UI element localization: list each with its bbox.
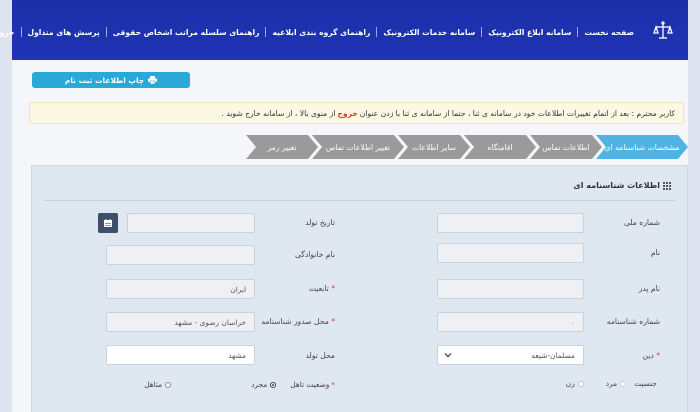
first-name-field[interactable] (437, 243, 584, 263)
national-id-label: شماره ملی (623, 218, 660, 227)
panel-title: اطلاعات شناسنامه ای (573, 181, 671, 190)
id-number-label: شماره شناسنامه (606, 317, 660, 326)
left-margin (0, 0, 12, 412)
required-mark: * (331, 380, 335, 389)
id-number-field[interactable]: ۰ (437, 312, 584, 332)
nav-divider (20, 27, 22, 37)
tab-label: تغییر رمز (267, 142, 297, 152)
issue-place-label-text: محل صدور شناسنامه (261, 317, 329, 326)
logout-notice: کاربر محترم : بعد از اتمام تغییرات اطلاع… (29, 102, 684, 124)
tab-contact-info[interactable]: اطلاعات تماس (530, 135, 602, 159)
required-mark: * (331, 284, 335, 293)
religion-label: * دین (643, 351, 661, 360)
religion-label-text: دین (642, 351, 654, 360)
nav-faq[interactable]: پرسش های متداول (22, 28, 106, 37)
notice-text-start: کاربر محترم : بعد از اتمام تغییرات اطلاع… (359, 108, 675, 118)
chevron-down-icon (444, 353, 452, 358)
profile-tabs: مشخصات شناسنامه ای اطلاعات تماس اقامتگاه… (31, 135, 688, 159)
marital-single-radio[interactable] (270, 381, 277, 388)
notice-text-end: از منوی بالا ، از سامانه خارج شوید . (221, 108, 336, 118)
nav-divider (105, 27, 107, 37)
birth-place-label: محل تولد (305, 351, 335, 360)
marital-label: وضعیت تاهل (290, 380, 330, 389)
marital-married-label: متاهل (144, 380, 163, 389)
tab-change-password[interactable]: تغییر رمز (246, 135, 318, 159)
gender-female-radio[interactable] (577, 380, 584, 387)
judiciary-scales-logo-icon (653, 21, 673, 39)
nav-e-services-system[interactable]: سامانه خدمات الکترونیک (377, 28, 481, 37)
tab-label: مشخصات شناسنامه ای (604, 142, 680, 152)
calendar-button[interactable] (98, 213, 118, 233)
birth-place-field[interactable]: مشهد (106, 345, 255, 365)
nav-notice-grouping-guide[interactable]: راهنمای گروه بندی ابلاغیه (266, 28, 376, 37)
required-mark: * (656, 351, 660, 360)
marital-single-label: مجرد (251, 380, 268, 389)
grid-icon (663, 181, 671, 190)
nav-divider (376, 27, 378, 37)
tab-other-info[interactable]: سایر اطلاعات (398, 135, 470, 159)
gender-group: جنسیت مرد زن (566, 379, 657, 388)
tab-label: اقامتگاه (487, 142, 513, 152)
birth-date-field[interactable] (127, 213, 255, 233)
page: صفحه نخست سامانه ابلاغ الکترونیک سامانه … (0, 0, 688, 412)
marital-married-radio[interactable] (165, 381, 172, 388)
first-name-label: نام (650, 248, 660, 257)
gender-female-label: زن (565, 379, 575, 388)
calendar-icon (104, 219, 112, 227)
main-nav: صفحه نخست سامانه ابلاغ الکترونیک سامانه … (0, 27, 640, 37)
gender-male-radio[interactable] (620, 380, 627, 387)
tab-label: تغییر اطلاعات تماس (325, 142, 391, 152)
printer-icon (148, 76, 158, 84)
nav-logout[interactable]: خروج (0, 28, 21, 37)
nationality-label: * تابعیت (309, 284, 335, 293)
panel-title-text: اطلاعات شناسنامه ای (573, 181, 660, 190)
nationality-field[interactable]: ایران (106, 279, 255, 299)
father-name-field[interactable] (437, 279, 584, 299)
tab-label: سایر اطلاعات (411, 142, 457, 152)
nav-divider (577, 27, 579, 37)
father-name-label: نام پدر (638, 284, 660, 293)
nationality-label-text: تابعیت (308, 284, 329, 293)
nav-legal-hierarchy-guide[interactable]: راهنمای سلسله مراتب اشخاص حقوقی (107, 28, 266, 37)
panel-divider (44, 200, 675, 201)
nav-home[interactable]: صفحه نخست (578, 28, 640, 37)
issue-place-label: * محل صدور شناسنامه (261, 317, 335, 326)
religion-select[interactable]: مسلمان-شیعه (437, 345, 584, 365)
tab-residence[interactable]: اقامتگاه (464, 135, 536, 159)
tab-identity-info[interactable]: مشخصات شناسنامه ای (596, 135, 688, 159)
nav-divider (481, 27, 483, 37)
print-button-label: چاپ اطلاعات ثبت نام (64, 75, 145, 85)
nav-divider (265, 27, 267, 37)
national-id-field[interactable] (437, 213, 584, 233)
birth-date-label: تاریخ تولد (305, 218, 335, 227)
print-registration-button[interactable]: چاپ اطلاعات ثبت نام (32, 72, 190, 88)
tab-label: اطلاعات تماس (542, 142, 590, 152)
gender-label: جنسیت (634, 379, 657, 388)
nav-e-notice-system[interactable]: سامانه ابلاغ الکترونیک (482, 28, 577, 37)
marital-group: * وضعیت تاهل مجرد متاهل (144, 380, 335, 389)
notice-highlight: خروج (337, 108, 358, 118)
top-header: صفحه نخست سامانه ابلاغ الکترونیک سامانه … (0, 0, 688, 60)
last-name-field[interactable] (106, 245, 255, 265)
last-name-label: نام خانوادگی (294, 250, 335, 259)
identity-panel: اطلاعات شناسنامه ای شماره ملی تاریخ تولد… (31, 165, 688, 412)
gender-male-label: مرد (605, 379, 618, 388)
required-mark: * (331, 317, 335, 326)
right-margin (688, 0, 700, 412)
tab-change-contact[interactable]: تغییر اطلاعات تماس (312, 135, 404, 159)
religion-value: مسلمان-شیعه (531, 350, 575, 360)
issue-place-field[interactable]: خراسان رضوی - مشهد (106, 312, 255, 332)
